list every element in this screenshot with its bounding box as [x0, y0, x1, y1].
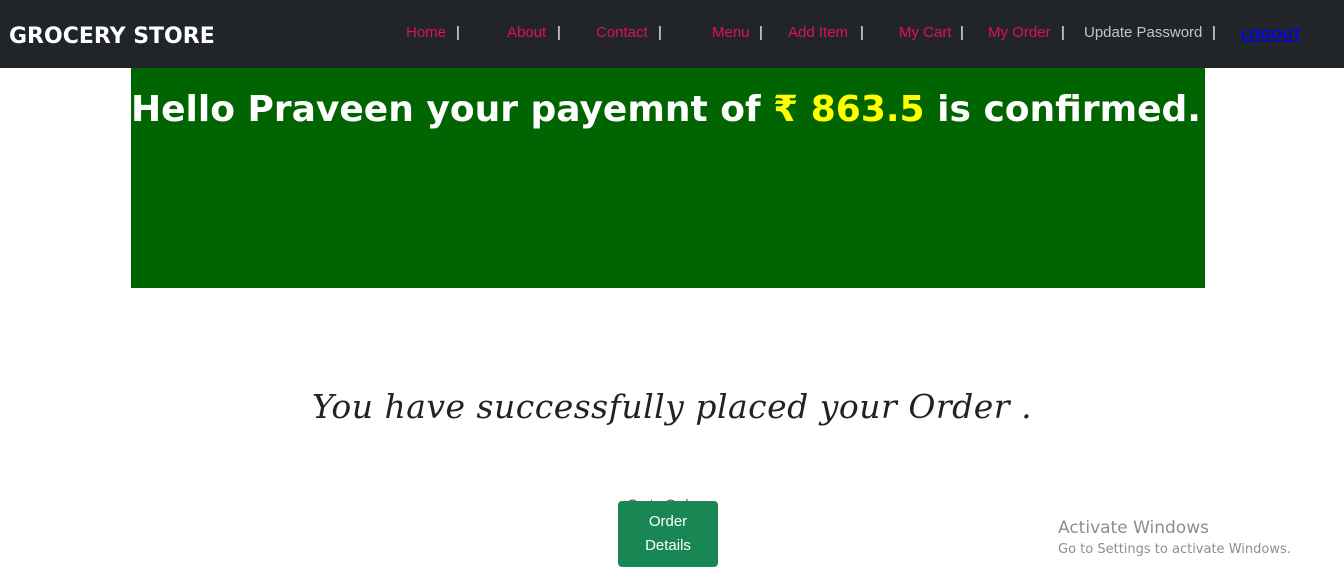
- banner-prefix: Hello Praveen your payemnt of: [131, 89, 774, 130]
- top-navbar: GROCERY STORE Home | About | Contact | M…: [0, 0, 1344, 68]
- nav-separator: |: [759, 24, 763, 41]
- order-details-button[interactable]: Order Details: [618, 501, 718, 567]
- nav-update-password[interactable]: Update Password: [1084, 22, 1202, 44]
- nav-contact[interactable]: Contact: [596, 22, 648, 44]
- payment-confirmation-banner: Hello Praveen your payemnt of ₹ 863.5 is…: [131, 68, 1205, 288]
- payment-amount: ₹ 863.5: [773, 89, 925, 130]
- nav-menu[interactable]: Menu: [712, 22, 750, 44]
- nav-my-cart[interactable]: My Cart: [899, 22, 952, 44]
- order-success-message: You have successfully placed your Order …: [311, 387, 1033, 426]
- nav-about[interactable]: About: [507, 22, 546, 44]
- nav-separator: |: [456, 24, 460, 41]
- nav-separator: |: [960, 24, 964, 41]
- nav-separator: |: [658, 24, 662, 41]
- nav-separator: |: [860, 24, 864, 41]
- watermark-subtitle: Go to Settings to activate Windows.: [1058, 542, 1291, 557]
- order-button-line1: Order: [648, 513, 688, 530]
- nav-add-item[interactable]: Add Item: [788, 22, 848, 44]
- nav-separator: |: [557, 24, 561, 41]
- watermark-title: Activate Windows: [1058, 518, 1209, 538]
- nav-separator: |: [1061, 24, 1065, 41]
- activate-windows-watermark: Activate Windows Go to Settings to activ…: [1058, 517, 1291, 561]
- logout-link[interactable]: LOGOUT: [1241, 26, 1301, 42]
- banner-suffix: is confirmed.: [924, 89, 1201, 130]
- nav-my-order[interactable]: My Order: [988, 22, 1051, 44]
- payment-confirmation-text: Hello Praveen your payemnt of ₹ 863.5 is…: [131, 88, 1201, 132]
- nav-home[interactable]: Home: [406, 22, 446, 44]
- order-button-line2: Details: [645, 537, 691, 554]
- nav-separator: |: [1212, 24, 1216, 41]
- brand-logo[interactable]: GROCERY STORE: [9, 22, 215, 52]
